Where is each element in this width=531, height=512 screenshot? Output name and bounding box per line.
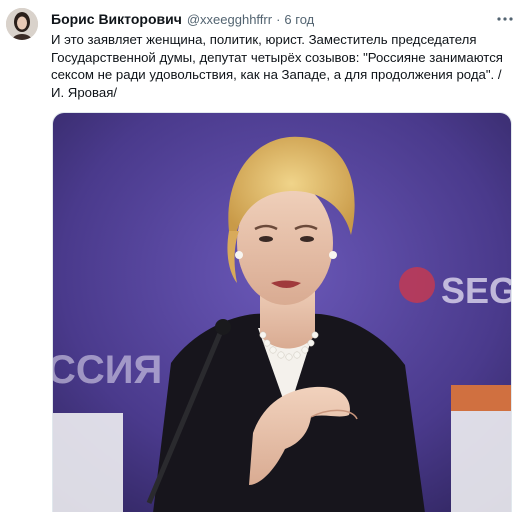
tweet-text: И это заявляет женщина, политик, юрист. … [51,32,503,100]
author-name[interactable]: Борис Викторович [51,11,182,27]
backdrop-text-left: ССИЯ [53,348,162,392]
backdrop-text-right: SEGO [441,270,512,311]
backdrop-logo [399,267,435,303]
photo-image: SEGO ССИЯ [53,113,512,512]
tweet-card[interactable]: Борис Викторович @xxeegghhffrr · 6 год И… [0,0,531,512]
tweet-photo[interactable]: SEGO ССИЯ [52,112,512,512]
more-horizontal-icon [497,17,513,21]
more-options-button[interactable] [493,9,517,29]
tweet-header: Борис Викторович @xxeegghhffrr · 6 год [51,11,314,29]
separator-dot: · [276,12,281,27]
author-handle[interactable]: @xxeegghhffrr [187,12,272,27]
timestamp[interactable]: 6 год [284,12,314,27]
avatar[interactable] [6,8,38,40]
avatar-image [6,8,38,40]
